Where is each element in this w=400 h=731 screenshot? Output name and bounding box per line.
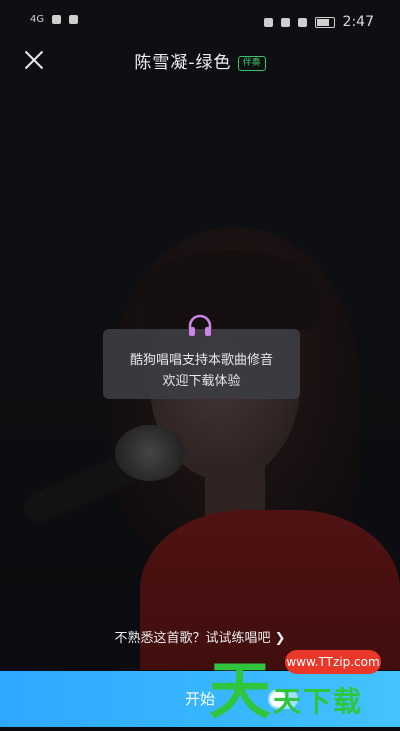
- karaoke-screen: 4G 2:47 陈雪凝-绿色 伴奏 酷狗唱唱支持本歌曲修音 欢迎下载体验 不熟悉这…: [0, 0, 400, 731]
- site-watermark: 天 www.TTzip.com 天下载: [205, 640, 400, 731]
- header: 陈雪凝-绿色 伴奏: [0, 40, 400, 80]
- watermark-big-char: 天: [209, 654, 272, 727]
- watermark-url: www.TTzip.com: [285, 650, 381, 674]
- vibrate-icon: [297, 17, 307, 27]
- status-time: 2:47: [342, 14, 374, 30]
- notification-icon: [69, 15, 79, 24]
- alarm-icon: [280, 17, 290, 27]
- accompaniment-badge: 伴奏: [237, 56, 266, 71]
- battery-icon: [314, 16, 335, 28]
- status-bar: 4G 2:47: [0, 0, 400, 40]
- watermark-small-text: 天下载: [273, 685, 364, 718]
- toast-line-2: 欢迎下载体验: [162, 374, 241, 389]
- headphone-icon: [188, 314, 212, 336]
- wifi-icon: [52, 15, 62, 24]
- toast-line-1: 酷狗唱唱支持本歌曲修音: [129, 353, 273, 368]
- song-title: 陈雪凝-绿色: [134, 53, 232, 73]
- signal-text: 4G: [30, 14, 45, 25]
- nfc-icon: [263, 17, 273, 27]
